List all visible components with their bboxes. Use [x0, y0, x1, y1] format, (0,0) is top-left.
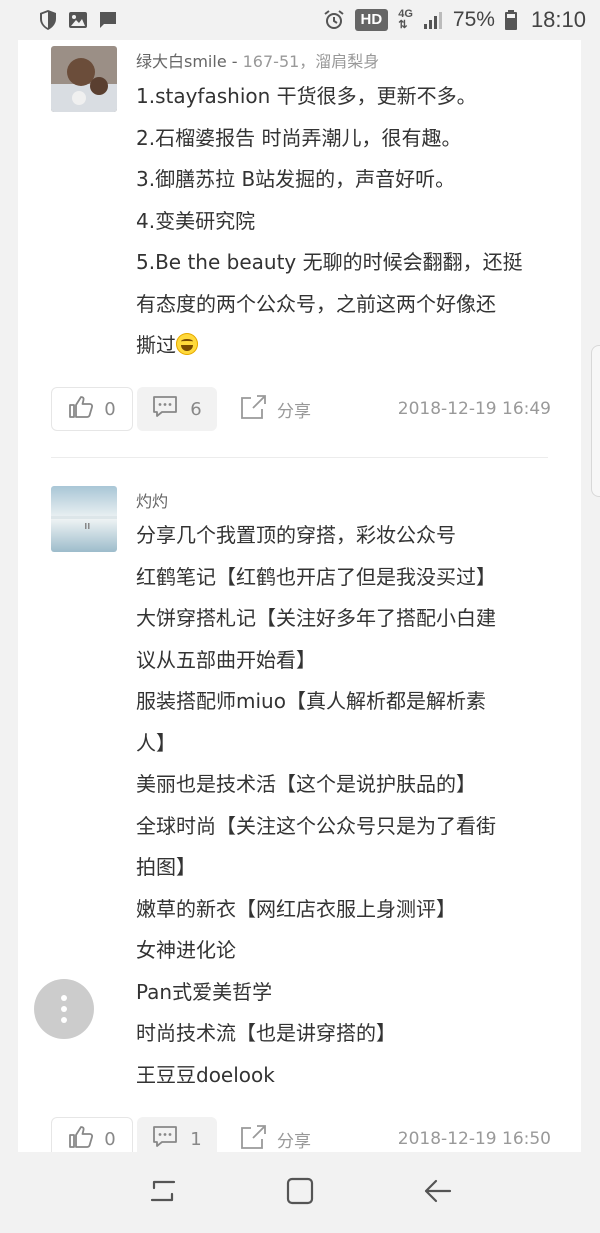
status-bar: HD 4G ⇅ 75% 18:10	[0, 0, 600, 40]
comment-line: 时尚技术流【也是讲穿搭的】	[136, 1021, 396, 1045]
comment-line: 服装搭配师miuo【真人解析都是解析素	[136, 689, 486, 713]
hd-voice-badge: HD	[354, 9, 389, 31]
author-name[interactable]: 绿大白smile	[136, 52, 227, 71]
laughing-emoji-icon	[176, 333, 198, 355]
alarm-icon	[323, 9, 345, 31]
more-options-button[interactable]	[34, 979, 94, 1039]
edge-panel-handle[interactable]	[591, 345, 600, 497]
comment-line: 美丽也是技术活【这个是说护肤品的】	[136, 772, 476, 796]
comment-line: 2.石榴婆报告 时尚弄潮儿，很有趣。	[136, 125, 462, 150]
like-button[interactable]: 0	[51, 1117, 133, 1152]
navigation-bar	[0, 1152, 600, 1233]
share-button[interactable]: 分享	[239, 1117, 311, 1152]
comment-line: 4.变美研究院	[136, 208, 256, 233]
reply-count: 6	[190, 398, 202, 420]
comment-line: 大饼穿搭札记【关注好多年了搭配小白建	[136, 606, 496, 630]
comment-line: 人】	[136, 730, 176, 755]
battery-percent: 75%	[452, 8, 495, 31]
comment-body: 1.stayfashion 干货很多，更新不多。 2.石榴婆报告 时尚弄潮儿，很…	[136, 76, 556, 367]
author-name[interactable]: 灼灼	[136, 492, 168, 511]
comment-body: 分享几个我置顶的穿搭，彩妆公众号 红鹤笔记【红鹤也开店了但是我没买过】 大饼穿搭…	[136, 515, 556, 1096]
comment-line: 1.stayfashion 干货很多，更新不多。	[136, 84, 477, 108]
share-label: 分享	[277, 401, 311, 422]
like-count: 0	[104, 1128, 116, 1150]
network-type: 4G ⇅	[398, 8, 413, 31]
share-icon	[239, 1124, 267, 1153]
comment-author-line: 灼灼	[136, 488, 168, 512]
comment-line-text: 撕过	[136, 333, 176, 357]
home-button[interactable]	[275, 1168, 325, 1218]
comment-line: 5.Be the beauty 无聊的时候会翻翻，还挺	[136, 250, 523, 274]
back-arrow-icon	[422, 1178, 452, 1208]
comment-line: 分享几个我置顶的穿搭，彩妆公众号	[136, 523, 456, 547]
image-icon	[68, 11, 88, 29]
reply-button[interactable]: 6	[137, 387, 217, 431]
author-meta: 167-51，溜肩梨身	[242, 52, 380, 71]
share-icon	[239, 394, 267, 425]
message-icon	[98, 10, 118, 30]
comment-line: 全球时尚【关注这个公众号只是为了看街	[136, 813, 496, 838]
shield-icon	[38, 9, 58, 31]
share-button[interactable]: 分享	[239, 387, 311, 431]
divider	[51, 457, 548, 458]
comment-line: 拍图】	[136, 855, 196, 879]
author-separator: -	[226, 52, 243, 71]
comment-actions: 0 6 分享 2018-12-19 16:49	[51, 387, 551, 433]
comment-icon	[152, 395, 178, 424]
more-vertical-icon-dot	[61, 1017, 67, 1023]
comment-card: 绿大白smile - 167-51，溜肩梨身 1.stayfashion 干货很…	[18, 40, 581, 1152]
signal-icon	[423, 11, 443, 29]
back-button[interactable]	[412, 1168, 462, 1218]
comment-timestamp: 2018-12-19 16:49	[397, 399, 551, 419]
comment-icon	[152, 1125, 178, 1153]
like-count: 0	[104, 398, 116, 420]
comment-line: 有态度的两个公众号，之前这两个好像还	[136, 291, 496, 316]
comment-line: 红鹤笔记【红鹤也开店了但是我没买过】	[136, 564, 496, 589]
comment-author-line: 绿大白smile - 167-51，溜肩梨身	[136, 48, 379, 72]
avatar[interactable]	[51, 46, 117, 112]
comment-timestamp: 2018-12-19 16:50	[397, 1129, 551, 1149]
status-left	[38, 9, 118, 31]
comment-line: 嫩草的新衣【网红店衣服上身测评】	[136, 896, 456, 921]
comment-actions: 0 1 分享 2018-12-19 16:50	[51, 1117, 551, 1152]
comment-line: 撕过	[136, 325, 556, 367]
avatar[interactable]	[51, 486, 117, 552]
like-button[interactable]: 0	[51, 387, 133, 431]
comment-line: Pan式爱美哲学	[136, 979, 273, 1004]
home-icon	[285, 1176, 315, 1210]
comment-line: 王豆豆doelook	[136, 1062, 275, 1087]
reply-button[interactable]: 1	[137, 1117, 217, 1152]
battery-icon	[504, 10, 517, 30]
recent-apps-icon	[148, 1178, 178, 1208]
more-vertical-icon-dot	[61, 1006, 67, 1012]
comment-line: 议从五部曲开始看】	[136, 647, 316, 672]
thumbs-up-icon	[68, 1125, 94, 1153]
thumbs-up-icon	[68, 395, 94, 424]
share-label: 分享	[277, 1131, 311, 1152]
comment-line: 3.御膳苏拉 B站发掘的，声音好听。	[136, 167, 456, 191]
clock: 18:10	[530, 7, 586, 32]
recent-apps-button[interactable]	[138, 1168, 188, 1218]
status-right: HD 4G ⇅ 75% 18:10	[323, 7, 586, 33]
more-vertical-icon-dot	[61, 995, 67, 1001]
comment-line: 女神进化论	[136, 938, 236, 962]
reply-count: 1	[190, 1128, 202, 1150]
